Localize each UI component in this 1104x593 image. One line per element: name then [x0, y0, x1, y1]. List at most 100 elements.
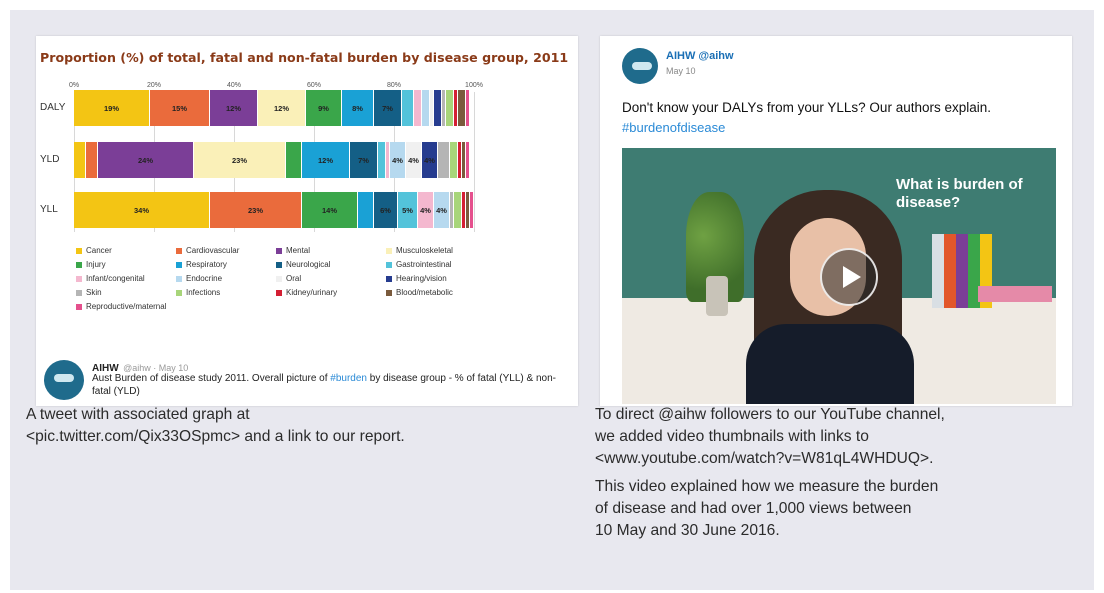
category-label: YLL	[40, 204, 58, 215]
legend-item: Musculoskeletal	[386, 246, 453, 255]
video-tweet-card[interactable]: AIHW @aihw May 10 Don't know your DALYs …	[600, 36, 1072, 406]
tweet-text-part: Aust Burden of disease study 2011. Overa…	[92, 373, 331, 384]
legend-item: Blood/metabolic	[386, 288, 453, 297]
legend-label: Oral	[286, 274, 302, 283]
legend-item: Respiratory	[176, 260, 227, 269]
tweet-date: May 10	[666, 66, 696, 76]
bar-segment	[470, 192, 474, 228]
bar-segment	[422, 90, 430, 126]
bar-segment: 19%	[74, 90, 150, 126]
legend-label: Musculoskeletal	[396, 246, 453, 255]
bar-segment: 4%	[418, 192, 434, 228]
bar-segment: 8%	[342, 90, 374, 126]
legend-item: Oral	[276, 274, 301, 283]
legend-label: Mental	[286, 246, 311, 255]
legend-label: Gastrointestinal	[396, 260, 452, 269]
caption-line: This video explained how we measure the …	[595, 478, 939, 495]
caption-line: of disease and had over 1,000 views betw…	[595, 500, 912, 517]
legend-item: Skin	[76, 288, 102, 297]
category-label: DALY	[40, 102, 66, 113]
legend-label: Injury	[86, 260, 106, 269]
caption-line: 10 May and 30 June 2016.	[595, 522, 780, 539]
caption-line: <www.youtube.com/watch?v=W81qL4WHDUQ>.	[595, 450, 934, 467]
caption-line: To direct @aihw followers to our YouTube…	[595, 406, 945, 423]
legend-label: Cancer	[86, 246, 112, 255]
play-icon[interactable]	[820, 248, 878, 306]
vase	[706, 276, 728, 316]
hashtag-link[interactable]: #burden	[330, 373, 367, 384]
bar-segment	[466, 90, 470, 126]
legend-label: Reproductive/maternal	[86, 302, 167, 311]
aihw-avatar	[622, 48, 658, 84]
bar-segment	[466, 142, 470, 178]
bar-segment: 15%	[150, 90, 210, 126]
legend-item: Hearing/vision	[386, 274, 447, 283]
bar-segment	[414, 90, 422, 126]
bar-segment: 12%	[258, 90, 306, 126]
bar-segment: 6%	[374, 192, 398, 228]
bar-segment	[450, 142, 458, 178]
legend-swatch	[276, 275, 282, 282]
bar-segment: 12%	[302, 142, 350, 178]
legend-swatch	[176, 289, 182, 296]
video-thumbnail[interactable]: What is burden of disease?	[622, 148, 1056, 404]
content-panel: Proportion (%) of total, fatal and non-f…	[10, 10, 1094, 590]
category-label: YLD	[40, 154, 60, 165]
legend-swatch	[76, 289, 82, 296]
legend-label: Blood/metabolic	[396, 288, 453, 297]
bar-segment: 23%	[210, 192, 302, 228]
bar-segment	[378, 142, 386, 178]
bar-segment: 4%	[390, 142, 406, 178]
x-tick-label: 40%	[226, 82, 242, 89]
bar-segment: 14%	[302, 192, 358, 228]
legend-item: Neurological	[276, 260, 330, 269]
bar-segment	[434, 90, 442, 126]
x-tick-label: 80%	[386, 82, 402, 89]
tweet-author[interactable]: AIHW @aihw	[666, 50, 734, 62]
tweet-text: Don't know your DALYs from your YLLs? Ou…	[622, 100, 992, 115]
legend-item: Gastrointestinal	[386, 260, 452, 269]
bar-segment	[358, 192, 374, 228]
legend-swatch	[176, 275, 182, 282]
caption-line: we added video thumbnails with links to	[595, 428, 869, 445]
legend-swatch	[76, 303, 82, 310]
embedded-tweet[interactable]: AIHW @aihw · May 10 Aust Burden of disea…	[36, 354, 578, 406]
chart-title: Proportion (%) of total, fatal and non-f…	[40, 50, 569, 65]
legend-item: Cardiovascular	[176, 246, 239, 255]
legend-item: Infections	[176, 288, 220, 297]
hashtag-link[interactable]: #burdenofdisease	[622, 120, 725, 135]
bar-segment	[454, 192, 462, 228]
book	[956, 234, 968, 308]
legend-label: Infections	[186, 288, 221, 297]
legend-item: Kidney/urinary	[276, 288, 337, 297]
bar-segment: 34%	[74, 192, 210, 228]
bar-segment: 9%	[306, 90, 342, 126]
bar-segment	[458, 90, 466, 126]
bar-segment: 4%	[406, 142, 422, 178]
bar-segment	[402, 90, 414, 126]
legend-swatch	[276, 247, 282, 254]
bar-segment: 4%	[422, 142, 438, 178]
grid-line	[474, 92, 475, 232]
legend-swatch	[76, 261, 82, 268]
legend-item: Mental	[276, 246, 310, 255]
legend-swatch	[386, 247, 392, 254]
bar-segment	[86, 142, 98, 178]
x-tick-label: 20%	[146, 82, 162, 89]
bar-segment	[446, 90, 454, 126]
legend-item: Cancer	[76, 246, 112, 255]
legend-label: Cardiovascular	[186, 246, 240, 255]
legend-label: Kidney/urinary	[286, 288, 338, 297]
legend-swatch	[386, 275, 392, 282]
legend-label: Hearing/vision	[396, 274, 447, 283]
bar-segment	[74, 142, 86, 178]
legend-swatch	[386, 289, 392, 296]
legend-swatch	[276, 261, 282, 268]
video-caption: What is burden of disease?	[896, 176, 1023, 211]
legend-swatch	[76, 247, 82, 254]
bar-segment: 24%	[98, 142, 194, 178]
bar-segment: 5%	[398, 192, 418, 228]
legend-item: Endocrine	[176, 274, 222, 283]
x-tick-label: 60%	[306, 82, 322, 89]
chart-tweet-card[interactable]: Proportion (%) of total, fatal and non-f…	[36, 36, 578, 406]
